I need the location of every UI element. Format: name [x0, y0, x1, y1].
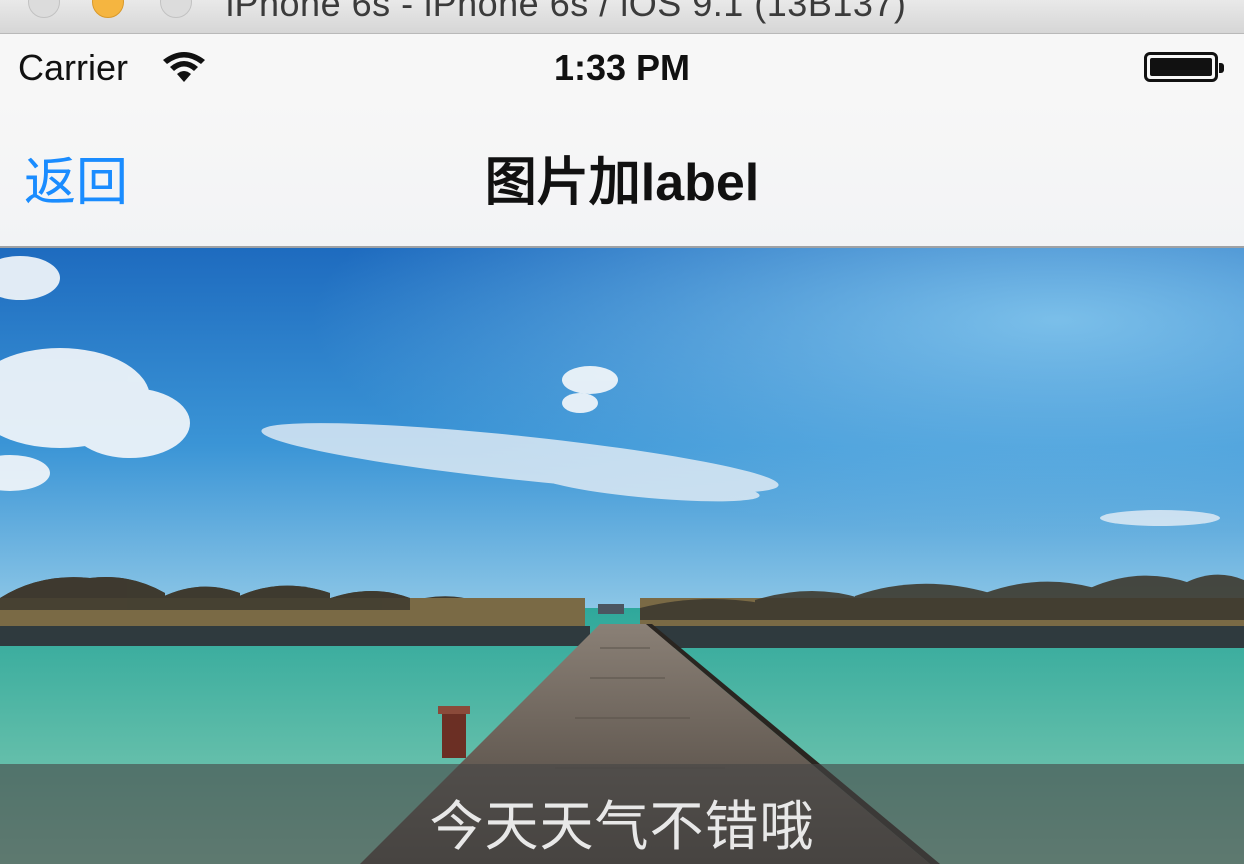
- page-title: 图片加label: [484, 154, 760, 212]
- status-time: 1:33 PM: [553, 47, 691, 88]
- status-bar: Carrier 1:33 PM: [0, 34, 1244, 100]
- battery-icon: [1144, 52, 1224, 82]
- caption-label-background: 今天天气不错哦: [0, 764, 1244, 864]
- photo-view: 今天天气不错哦: [0, 248, 1244, 864]
- navigation-bar: 返回 图片加label: [0, 100, 1244, 248]
- simulator-window-title: iPhone 6s - iPhone 6s / iOS 9.1 (13B137): [226, 0, 907, 24]
- window-close-button[interactable]: [28, 0, 60, 18]
- window-zoom-button[interactable]: [160, 0, 192, 18]
- caption-label: 今天天气不错哦: [429, 797, 815, 857]
- window-minimize-button[interactable]: [92, 0, 124, 18]
- simulator-title-bar: iPhone 6s - iPhone 6s / iOS 9.1 (13B137): [0, 0, 1244, 34]
